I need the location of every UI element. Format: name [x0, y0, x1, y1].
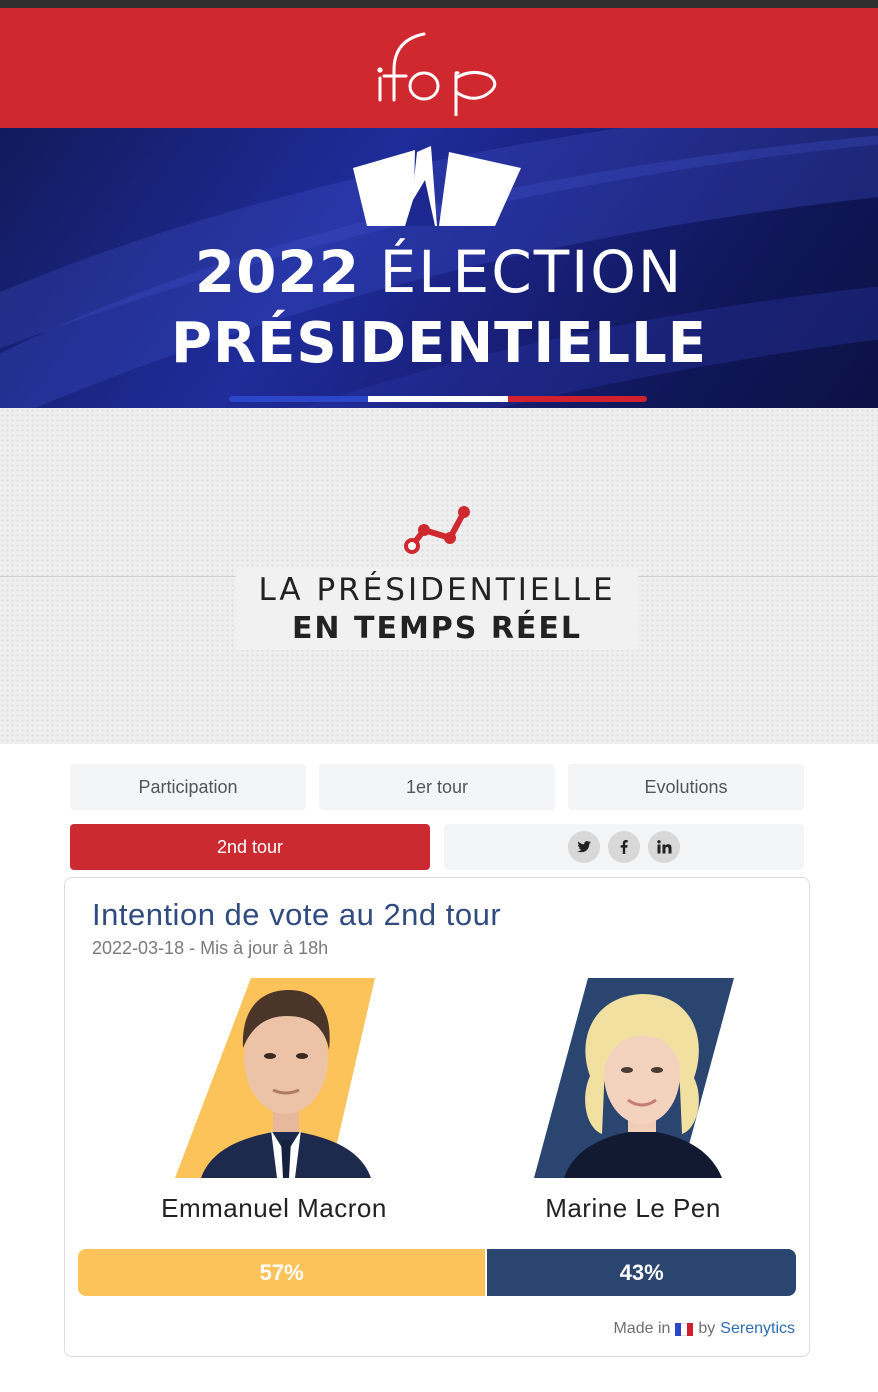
header-bar [0, 8, 878, 128]
banner-year: 2022 [194, 238, 361, 306]
made-in-footer: Made in by Serenytics [613, 1320, 795, 1338]
tricolor-white [368, 396, 508, 402]
tricolor-blue [229, 396, 369, 402]
made-in-label: Made in [613, 1320, 671, 1337]
top-strip [0, 0, 878, 8]
candidate-portrait-macron [175, 978, 375, 1178]
tab-evolutions[interactable]: Evolutions [568, 764, 804, 810]
banner-title-line2: PRÉSIDENTIELLE [170, 311, 708, 376]
linkedin-glyph [657, 840, 672, 854]
linkedin-icon[interactable] [648, 831, 680, 863]
share-bar [444, 824, 804, 870]
line-chart-icon [404, 506, 470, 554]
tab-participation[interactable]: Participation [70, 764, 306, 810]
candidate-name-macron: Emmanuel Macron [161, 1193, 387, 1223]
hero-title: LA PRÉSIDENTIELLE EN TEMPS RÉEL [236, 568, 638, 650]
hero-title-line2: EN TEMPS RÉEL [291, 611, 583, 646]
flag-red [687, 1322, 694, 1336]
tricolor-stripe [229, 396, 647, 402]
banner-word-election: ÉLECTION [379, 238, 684, 306]
hero-section: LA PRÉSIDENTIELLE EN TEMPS RÉEL [0, 408, 878, 744]
serenytics-link[interactable]: Serenytics [720, 1320, 795, 1338]
dashboard-content: Participation 1er tour Evolutions 2nd to… [0, 744, 878, 1392]
banner-title-line1: 2022 ÉLECTION [0, 236, 878, 308]
ballot-papers-icon [353, 146, 521, 226]
candidate-name-le-pen: Marine Le Pen [545, 1193, 721, 1223]
tricolor-red [507, 396, 647, 402]
election-banner: 2022 ÉLECTION PRÉSIDENTIELLE [0, 128, 878, 408]
vote-share-macron: 57% [78, 1249, 488, 1296]
france-flag-icon [675, 1322, 694, 1336]
ifop-logo[interactable] [372, 20, 502, 116]
vote-share-bar: 57% 43% [78, 1249, 796, 1296]
card-update-date: 2022-03-18 - Mis à jour à 18h [92, 938, 329, 958]
twitter-glyph [577, 841, 591, 853]
facebook-icon[interactable] [608, 831, 640, 863]
twitter-icon[interactable] [568, 831, 600, 863]
candidate-portrait-le-pen [534, 978, 734, 1178]
tab-2nd-tour[interactable]: 2nd tour [70, 824, 430, 870]
facebook-glyph [620, 840, 628, 854]
tab-1er-tour[interactable]: 1er tour [319, 764, 555, 810]
hero-title-line1: LA PRÉSIDENTIELLE [258, 572, 616, 608]
second-round-card: Intention de vote au 2nd tour 2022-03-18… [64, 877, 810, 1357]
made-by-label: by [698, 1320, 716, 1337]
vote-share-le-pen: 43% [487, 1249, 796, 1296]
card-title: Intention de vote au 2nd tour [92, 897, 502, 932]
